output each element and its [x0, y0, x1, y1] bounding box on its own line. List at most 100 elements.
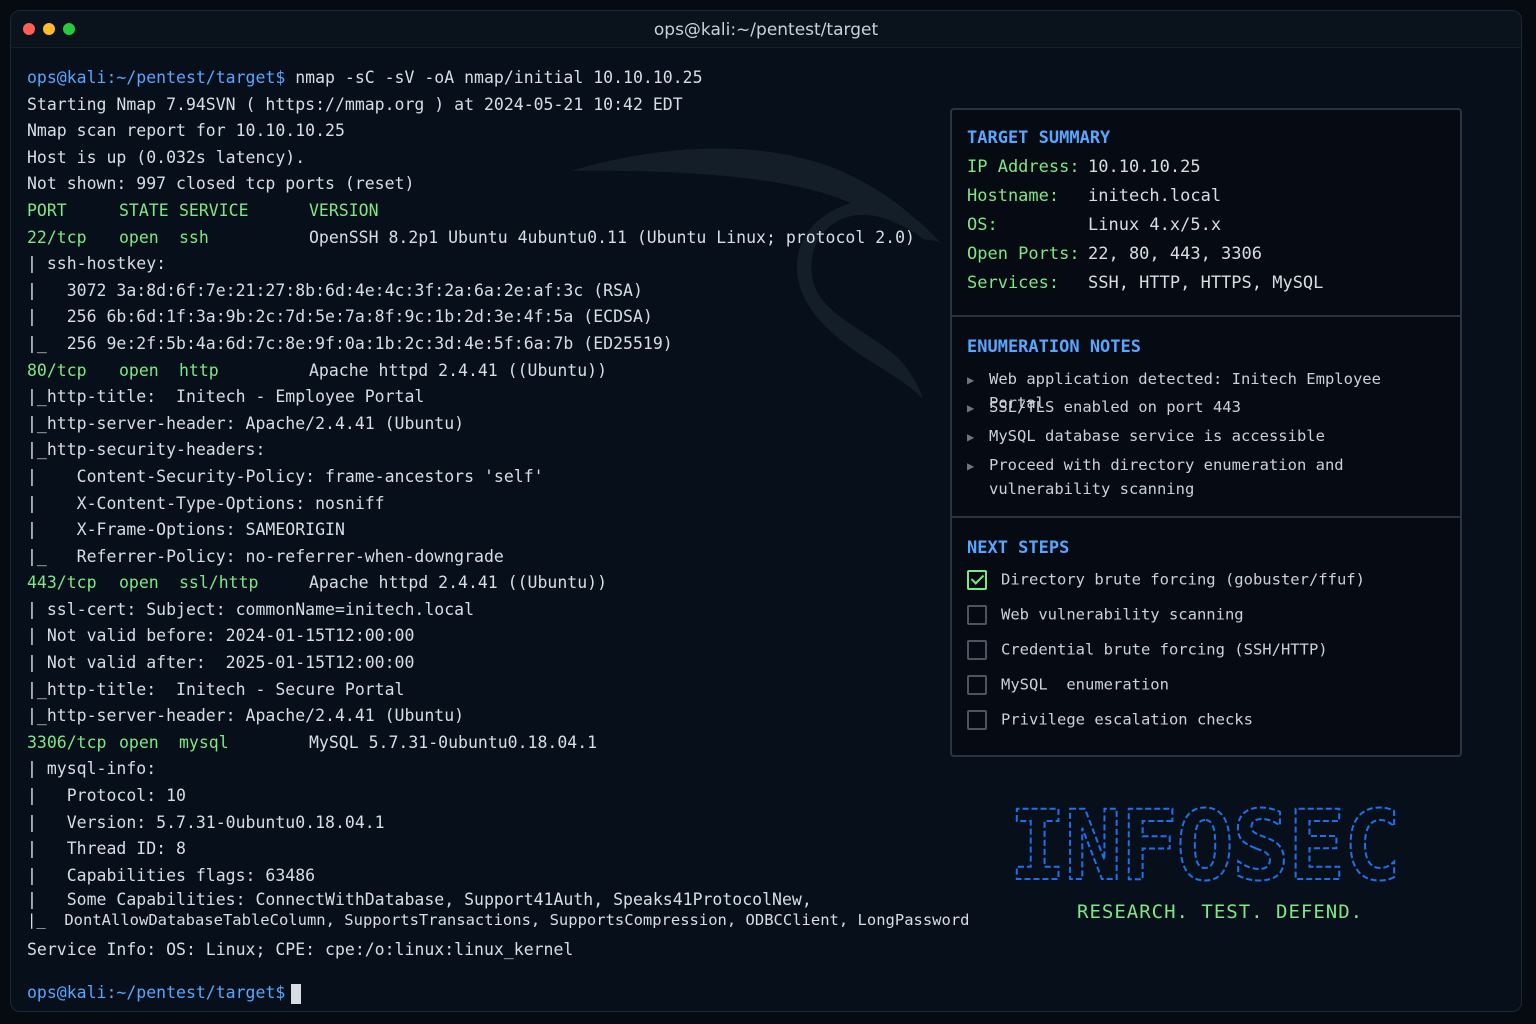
- active-prompt-line[interactable]: ops@kali:~/pentest/target$: [27, 980, 970, 1007]
- section-title: TARGET SUMMARY: [967, 128, 1111, 148]
- port-version: Apache httpd 2.4.41 ((Ubuntu)): [309, 573, 608, 593]
- output-line: |_http-title: Initech - Employee Portal: [27, 387, 425, 407]
- terminal-window: ops@kali:~/pentest/target ops@kali:~/pen…: [10, 10, 1522, 1012]
- note-text: MySQL database service is accessible: [989, 427, 1325, 445]
- command-line: ops@kali:~/pentest/target$ nmap -sC -sV …: [27, 65, 970, 92]
- output-line: | Not valid after: 2025-01-15T12:00:00: [27, 653, 415, 673]
- port-service: http: [179, 360, 219, 380]
- shell-prompt: ops@kali:~/pentest/target$: [27, 68, 286, 87]
- output-line: | mysql-info:: [27, 759, 157, 779]
- output-line: |_ DontAllowDatabaseTableColumn, Support…: [27, 911, 970, 930]
- service-info-line: Service Info: OS: Linux; CPE: cpe:/o:lin…: [27, 940, 574, 960]
- port-state: open: [119, 360, 159, 380]
- port-row: 443/tcp open ssl/http Apache httpd 2.4.41 (…: [27, 570, 970, 597]
- port-table-header: PORT STATE SERVICE VERSION: [27, 198, 970, 225]
- logo-wordmark: INFOSEC: [1009, 791, 1400, 891]
- port-version: OpenSSH 8.2p1 Ubuntu 4ubuntu0.11 (Ubuntu…: [309, 227, 915, 247]
- summary-ip: IP Address: 10.10.10.25: [967, 157, 1201, 177]
- summary-os: OS: Linux 4.x/5.x: [967, 215, 1221, 235]
- checkbox-icon[interactable]: [967, 605, 987, 625]
- title-bar: ops@kali:~/pentest/target: [11, 11, 1521, 48]
- output-line: | 256 6b:6d:1f:3a:9b:2c:7d:5e:7a:8f:9c:1…: [27, 307, 653, 327]
- next-step-item[interactable]: Privilege escalation checks: [967, 710, 1253, 730]
- output-line: | ssh-hostkey:: [27, 254, 167, 274]
- step-label: Directory brute forcing (gobuster/ffuf): [1001, 570, 1365, 589]
- note-text: SSL/TLS enabled on port 443: [989, 398, 1241, 416]
- step-label: Credential brute forcing (SSH/HTTP): [1001, 640, 1328, 659]
- triangle-right-icon: ▶: [967, 373, 975, 387]
- next-step-item[interactable]: Directory brute forcing (gobuster/ffuf): [967, 570, 1365, 590]
- section-title: ENUMERATION NOTES: [967, 337, 1141, 357]
- summary-key: Open Ports:: [967, 244, 1080, 264]
- info-panel: TARGET SUMMARY IP Address: 10.10.10.25 Ho…: [950, 108, 1462, 757]
- output-line: |_http-title: Initech - Secure Portal: [27, 679, 405, 699]
- next-step-item[interactable]: Credential brute forcing (SSH/HTTP): [967, 640, 1328, 660]
- summary-key: Hostname:: [967, 186, 1060, 206]
- checkbox-icon[interactable]: [967, 675, 987, 695]
- triangle-right-icon: ▶: [967, 459, 975, 473]
- summary-value: 10.10.10.25: [1088, 157, 1201, 177]
- checkbox-icon[interactable]: [967, 640, 987, 660]
- output-line: |_ Referrer-Policy: no-referrer-when-dow…: [27, 546, 504, 566]
- port-version: Apache httpd 2.4.41 ((Ubuntu)): [309, 360, 608, 380]
- port-service: ssh: [179, 227, 209, 247]
- triangle-right-icon: ▶: [967, 401, 975, 415]
- header-port: PORT: [27, 200, 67, 220]
- summary-key: IP Address:: [967, 157, 1080, 177]
- port-state: open: [119, 573, 159, 593]
- summary-key: Services:: [967, 273, 1060, 293]
- note-item: ▶ MySQL database service is accessible: [967, 424, 1439, 449]
- port-row: 80/tcp open http Apache httpd 2.4.41 ((Ubun…: [27, 358, 970, 385]
- port-service: ssl/http: [179, 573, 259, 593]
- next-step-item[interactable]: MySQL enumeration: [967, 675, 1169, 695]
- logo-tagline: RESEARCH. TEST. DEFEND.: [1077, 901, 1364, 923]
- summary-key: OS:: [967, 215, 998, 235]
- next-step-item[interactable]: Web vulnerability scanning: [967, 605, 1244, 625]
- header-service: SERVICE: [179, 200, 249, 220]
- section-title: NEXT STEPS: [967, 538, 1070, 558]
- output-line: | Not valid before: 2024-01-15T12:00:00: [27, 626, 415, 646]
- port-row: 3306/tcp open mysql MySQL 5.7.31-0ubuntu0.1…: [27, 730, 970, 757]
- command-text: nmap -sC -sV -oA nmap/initial 10.10.10.2…: [285, 68, 703, 87]
- output-line: | Some Capabilities: ConnectWithDatabase…: [27, 890, 812, 910]
- summary-open-ports: Open Ports: 22, 80, 443, 3306: [967, 244, 1262, 264]
- text-cursor: [291, 983, 302, 1004]
- terminal-output[interactable]: ops@kali:~/pentest/target$ nmap -sC -sV …: [27, 65, 970, 1007]
- output-line: |_http-server-header: Apache/2.4.41 (Ubu…: [27, 706, 465, 726]
- window-title: ops@kali:~/pentest/target: [653, 20, 879, 40]
- output-line: |_http-security-headers:: [27, 440, 266, 460]
- output-line: | X-Content-Type-Options: nosniff: [27, 493, 385, 513]
- output-line: | Protocol: 10: [27, 786, 186, 806]
- summary-value: 22, 80, 443, 3306: [1088, 244, 1262, 264]
- triangle-right-icon: ▶: [967, 430, 975, 444]
- output-line: |_http-server-header: Apache/2.4.41 (Ubu…: [27, 413, 465, 433]
- header-state: STATE: [119, 200, 169, 220]
- note-item: ▶ Proceed with directory enumeration and …: [967, 453, 1369, 501]
- section-divider: [952, 516, 1460, 518]
- output-line: | X-Frame-Options: SAMEORIGIN: [27, 520, 345, 540]
- note-text: Proceed with directory enumeration and v…: [989, 456, 1344, 498]
- output-line: Nmap scan report for 10.10.10.25: [27, 121, 345, 141]
- port-number: 443/tcp: [27, 573, 97, 593]
- summary-value: Linux 4.x/5.x: [1088, 215, 1222, 235]
- note-item: ▶ SSL/TLS enabled on port 443: [967, 395, 1439, 420]
- summary-value: initech.local: [1088, 186, 1222, 206]
- summary-value: SSH, HTTP, HTTPS, MySQL: [1088, 273, 1324, 293]
- output-line: | ssl-cert: Subject: commonName=initech.…: [27, 599, 475, 619]
- output-line: | Thread ID: 8: [27, 839, 186, 859]
- output-line: | Capabilities flags: 63486: [27, 865, 316, 885]
- output-line: |_ 256 9e:2f:5b:4a:6d:7c:8e:9f:0a:1b:2c:…: [27, 333, 673, 353]
- port-state: open: [119, 732, 159, 752]
- output-line: Starting Nmap 7.94SVN ( https://mmap.org…: [27, 94, 683, 114]
- summary-services: Services: SSH, HTTP, HTTPS, MySQL: [967, 273, 1323, 293]
- port-number: 80/tcp: [27, 360, 87, 380]
- checkbox-checked-icon[interactable]: [967, 570, 987, 590]
- section-divider: [952, 315, 1460, 317]
- port-service: mysql: [179, 732, 229, 752]
- step-label: Privilege escalation checks: [1001, 710, 1253, 729]
- output-line: | 3072 3a:8d:6f:7e:21:27:8b:6d:4e:4c:3f:…: [27, 280, 643, 300]
- checkbox-icon[interactable]: [967, 710, 987, 730]
- output-line: Host is up (0.032s latency).: [27, 147, 306, 167]
- output-line: Not shown: 997 closed tcp ports (reset): [27, 174, 415, 194]
- infosec-logo: INFOSEC: [1008, 791, 1403, 891]
